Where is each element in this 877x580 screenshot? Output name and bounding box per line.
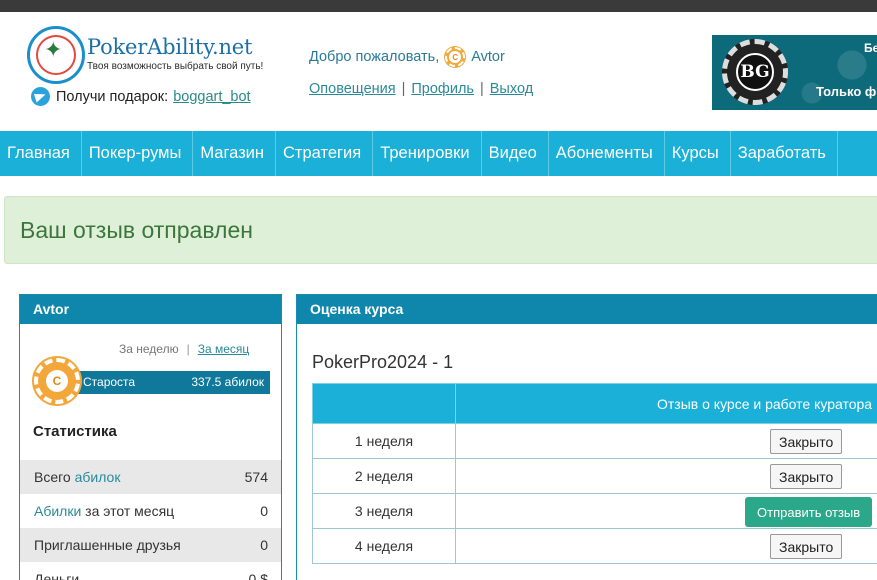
week-cell: 1 неделя	[312, 423, 456, 459]
main-nav: Главная Покер-румы Магазин Стратегия Тре…	[0, 131, 877, 176]
table-row: 3 неделя Отправить отзыв	[312, 493, 877, 529]
telegram-icon	[31, 87, 50, 106]
stat-value: 0	[260, 537, 268, 553]
gift-label: Получи подарок:	[56, 88, 169, 105]
abilki-link[interactable]: абилок	[75, 469, 121, 485]
table-header-week	[312, 383, 456, 424]
abilki-month-link[interactable]: Абилки	[34, 503, 81, 519]
stat-value: 574	[244, 469, 268, 485]
bg-chip-logo: BG	[722, 39, 788, 105]
closed-button[interactable]: Закрыто	[770, 429, 843, 454]
top-bar	[0, 0, 877, 12]
rank-name: Староста	[83, 375, 136, 389]
period-week[interactable]: За неделю	[119, 342, 179, 356]
user-stats-panel: Avtor За неделю | За месяц Староста 337.5 …	[19, 294, 282, 580]
table-header-review: Отзыв о курсе и работе куратора	[455, 383, 877, 424]
user-rank-coin-icon: C	[445, 47, 466, 67]
banner-text-2: Только ф	[816, 84, 877, 99]
stats-list: Всего абилок 574 Абилки за этот месяц 0 …	[20, 460, 281, 580]
user-panel-title: Avtor	[20, 295, 281, 324]
welcome-line: Добро пожаловать, C Avtor	[309, 47, 505, 67]
logo-subtitle: Твоя возможность выбрать свой путь!	[87, 61, 264, 72]
nav-strategy[interactable]: Стратегия	[276, 131, 374, 176]
nav-home[interactable]: Главная	[0, 131, 82, 176]
closed-button[interactable]: Закрыто	[770, 534, 843, 559]
welcome-label: Добро пожаловать,	[309, 49, 440, 65]
logo-title: PokerAbility.net	[87, 35, 253, 59]
nav-poker-rooms[interactable]: Покер-румы	[82, 131, 194, 176]
closed-button[interactable]: Закрыто	[770, 464, 843, 489]
nav-video[interactable]: Видео	[482, 131, 549, 176]
stat-label: Приглашенные друзья	[34, 537, 181, 553]
send-review-button[interactable]: Отправить отзыв	[745, 497, 873, 527]
nav-courses[interactable]: Курсы	[665, 131, 731, 176]
rank-value: 337.5 абилок	[191, 375, 264, 389]
notifications-link[interactable]: Оповещения	[309, 81, 396, 97]
nav-earn[interactable]: Заработать	[731, 131, 838, 176]
nav-trainings[interactable]: Тренировки	[373, 131, 482, 176]
logout-link[interactable]: Выход	[490, 81, 533, 97]
ad-banner[interactable]: BG Бе Только ф	[712, 35, 877, 110]
user-links: Оповещения | Профиль | Выход	[309, 81, 534, 97]
stat-row-friends: Приглашенные друзья 0	[20, 528, 281, 562]
course-title: PokerPro2024 - 1	[312, 352, 454, 372]
course-panel-title: Оценка курса	[297, 295, 877, 324]
alert-message: Ваш отзыв отправлен	[20, 217, 253, 243]
banner-text-1: Бе	[864, 41, 877, 55]
stat-value: 0 $	[248, 571, 268, 580]
stat-value: 0	[260, 503, 268, 519]
stat-row-money: Деньги 0 $	[20, 562, 281, 580]
table-row: 4 неделя Закрыто	[312, 528, 877, 564]
stat-row-total: Всего абилок 574	[20, 460, 281, 494]
stat-label: Деньги	[34, 571, 80, 580]
success-alert: Ваш отзыв отправлен	[4, 196, 877, 264]
nav-shop[interactable]: Магазин	[193, 131, 277, 176]
profile-link[interactable]: Профиль	[411, 81, 474, 97]
period-switch: За неделю | За месяц	[119, 342, 250, 356]
period-month-link[interactable]: За месяц	[198, 342, 250, 356]
gift-bot-link[interactable]: boggart_bot	[173, 89, 250, 105]
week-cell: 4 неделя	[312, 528, 456, 564]
stat-row-month: Абилки за этот месяц 0	[20, 494, 281, 528]
stats-title: Статистика	[33, 423, 117, 440]
username[interactable]: Avtor	[471, 49, 505, 65]
table-row: 1 неделя Закрыто	[312, 423, 877, 459]
rank-bar: Староста 337.5 абилок	[66, 371, 270, 394]
table-row: 2 неделя Закрыто	[312, 458, 877, 494]
gift-line: Получи подарок: boggart_bot	[31, 87, 251, 106]
logo-compass-icon: ✦	[27, 26, 85, 84]
stat-label: Всего абилок	[34, 469, 121, 485]
rank-coin-icon: C	[34, 358, 80, 404]
week-cell: 3 неделя	[312, 493, 456, 529]
site-logo[interactable]: ✦ PokerAbility.net Твоя возможность выбр…	[27, 26, 267, 86]
stat-label: Абилки за этот месяц	[34, 503, 175, 519]
review-table: Отзыв о курсе и работе куратора 1 неделя…	[312, 383, 877, 564]
week-cell: 2 неделя	[312, 458, 456, 494]
course-rating-panel: Оценка курса PokerPro2024 - 1 Отзыв о ку…	[296, 294, 877, 580]
nav-subscriptions[interactable]: Абонементы	[549, 131, 665, 176]
